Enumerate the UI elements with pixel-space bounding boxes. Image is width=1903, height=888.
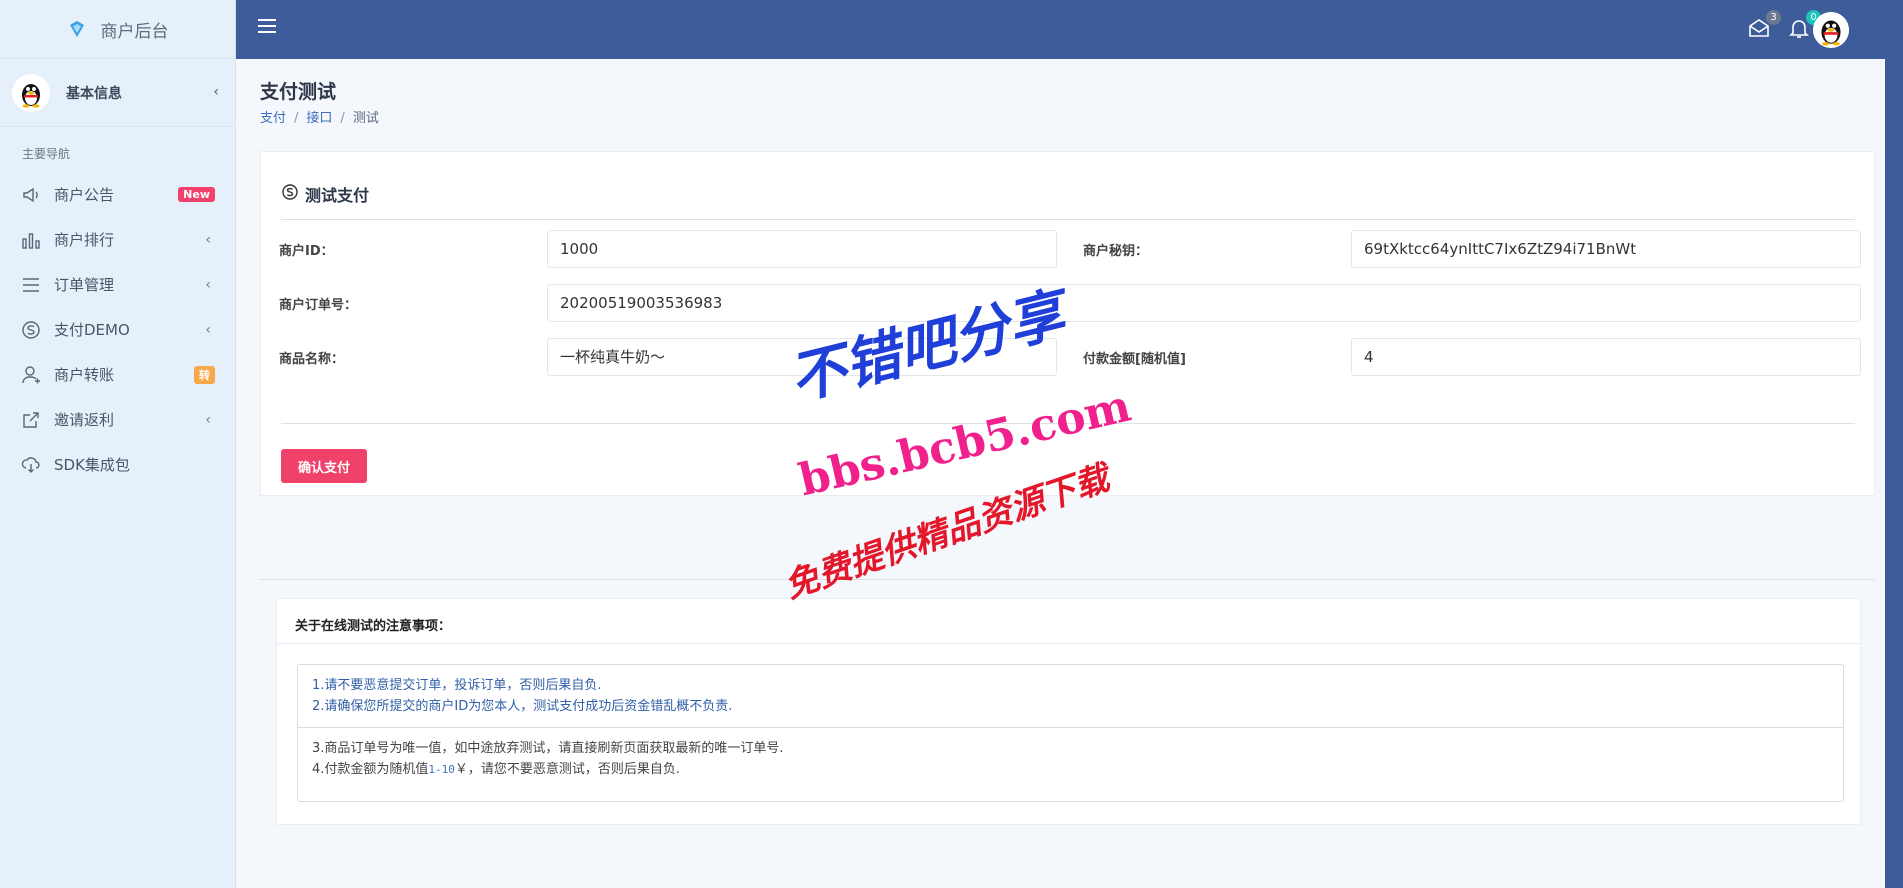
penguin-avatar-icon bbox=[14, 75, 48, 110]
sidebar-item-announcements[interactable]: 商户公告 New bbox=[0, 172, 235, 217]
notice-group: 3.商品订单号为唯一值，如中途放弃测试，请直接刷新页面获取最新的唯一订单号. 4… bbox=[298, 728, 1843, 801]
divider bbox=[277, 643, 1862, 644]
breadcrumb-item[interactable]: 接口 bbox=[306, 111, 332, 126]
product-name-label: 商品名称： bbox=[279, 352, 345, 367]
confirm-pay-button[interactable]: 确认支付 bbox=[281, 449, 367, 483]
brand-logo-icon bbox=[69, 21, 84, 37]
card-header: 测试支付 bbox=[281, 182, 1855, 220]
chevron-left-icon: ‹ bbox=[205, 411, 211, 428]
divider bbox=[260, 579, 1875, 580]
notice-text: 4.付款金额为随机值 bbox=[312, 762, 429, 777]
skype-icon bbox=[20, 319, 42, 341]
cloud-download-icon bbox=[20, 454, 42, 476]
user-icon bbox=[20, 364, 42, 386]
notice-title: 关于在线测试的注意事项： bbox=[295, 619, 452, 634]
card-title: 测试支付 bbox=[305, 186, 370, 205]
test-payment-card: 测试支付 商户ID： 1000 商户秘钥： 69tXktcc64ynIttC7I… bbox=[260, 151, 1875, 496]
notice-line: 2.请确保您所提交的商户ID为您本人，测试支付成功后资金错乱概不负责. bbox=[312, 699, 733, 714]
skype-icon bbox=[282, 184, 298, 200]
user-info[interactable]: 基本信息 ‹ bbox=[0, 59, 235, 127]
merchant-id-input[interactable]: 1000 bbox=[547, 230, 1057, 268]
amount-label: 付款金额[随机值] bbox=[1083, 352, 1186, 367]
hamburger-menu-icon[interactable] bbox=[258, 19, 276, 35]
merchant-key-label: 商户秘钥： bbox=[1083, 244, 1149, 259]
list-icon bbox=[20, 274, 42, 296]
notice-list: 1.请不要恶意提交订单，投诉订单，否则后果自负. 2.请确保您所提交的商户ID为… bbox=[297, 664, 1844, 802]
brand[interactable]: 商户后台 bbox=[0, 0, 235, 59]
sidebar-item-label: 商户转账 bbox=[54, 366, 115, 384]
product-name-input[interactable]: 一杯纯真牛奶～ bbox=[547, 338, 1057, 376]
header-avatar[interactable] bbox=[1813, 12, 1849, 48]
sidebar-item-transfer[interactable]: 商户转账 转 bbox=[0, 352, 235, 397]
amount-input[interactable]: 4 bbox=[1351, 338, 1861, 376]
merchant-id-label: 商户ID： bbox=[279, 244, 334, 259]
scrollbar[interactable] bbox=[1885, 0, 1903, 888]
breadcrumb: 支付 / 接口 / 测试 bbox=[260, 111, 379, 126]
sidebar-item-invite[interactable]: 邀请返利 ‹ bbox=[0, 397, 235, 442]
notice-text: ￥，请您不要恶意测试，否则后果自负. bbox=[454, 762, 681, 777]
sidebar-item-sdk[interactable]: SDK集成包 bbox=[0, 442, 235, 487]
sidebar-item-pay-demo[interactable]: 支付DEMO ‹ bbox=[0, 307, 235, 352]
new-badge: New bbox=[178, 187, 215, 202]
merchant-key-input[interactable]: 69tXktcc64ynIttC7Ix6ZtZ94i71BnWt bbox=[1351, 230, 1861, 268]
sidebar: 商户后台 基本信息 ‹ 主要导航 商户公告 New 商户排行 ‹ 订单管理 ‹ … bbox=[0, 0, 236, 888]
breadcrumb-item[interactable]: 支付 bbox=[260, 111, 286, 126]
penguin-avatar-icon bbox=[1813, 12, 1849, 48]
share-icon bbox=[20, 409, 42, 431]
notification-button[interactable]: 0 bbox=[1787, 10, 1821, 42]
notice-line: 4.付款金额为随机值1-10￥，请您不要恶意测试，否则后果自负. bbox=[312, 759, 1829, 780]
transfer-badge: 转 bbox=[194, 365, 215, 384]
sidebar-item-label: SDK集成包 bbox=[54, 456, 130, 474]
user-info-label: 基本信息 bbox=[66, 85, 122, 102]
sidebar-item-label: 邀请返利 bbox=[54, 411, 115, 429]
divider bbox=[281, 423, 1855, 424]
top-header: 3 0 bbox=[236, 0, 1903, 59]
sidebar-item-label: 支付DEMO bbox=[54, 321, 130, 339]
bar-chart-icon bbox=[20, 229, 42, 251]
mail-button[interactable]: 3 bbox=[1747, 10, 1781, 42]
breadcrumb-current: 测试 bbox=[352, 111, 379, 126]
main-content: 支付测试 支付 / 接口 / 测试 测试支付 商户ID： 1000 商户秘钥： 69tX… bbox=[236, 59, 1885, 888]
chevron-left-icon: ‹ bbox=[205, 276, 211, 293]
megaphone-icon bbox=[20, 184, 42, 206]
mail-count-badge: 3 bbox=[1766, 10, 1781, 25]
notice-card: 关于在线测试的注意事项： 1.请不要恶意提交订单，投诉订单，否则后果自负. 2.… bbox=[276, 598, 1862, 825]
user-avatar bbox=[14, 75, 48, 110]
sidebar-item-label: 订单管理 bbox=[54, 276, 115, 294]
notice-group: 1.请不要恶意提交订单，投诉订单，否则后果自负. 2.请确保您所提交的商户ID为… bbox=[298, 665, 1843, 728]
nav-section-title: 主要导航 bbox=[22, 147, 71, 161]
chevron-left-icon: ‹ bbox=[205, 321, 211, 338]
order-no-input[interactable]: 20200519003536983 bbox=[547, 284, 1861, 322]
notice-line: 1.请不要恶意提交订单，投诉订单，否则后果自负. bbox=[312, 678, 602, 693]
sidebar-item-label: 商户排行 bbox=[54, 231, 115, 249]
page-title: 支付测试 bbox=[260, 81, 337, 103]
sidebar-item-ranking[interactable]: 商户排行 ‹ bbox=[0, 217, 235, 262]
amount-range-code: 1-10 bbox=[428, 763, 455, 776]
sidebar-item-orders[interactable]: 订单管理 ‹ bbox=[0, 262, 235, 307]
brand-title: 商户后台 bbox=[100, 21, 169, 42]
notice-line: 3.商品订单号为唯一值，如中途放弃测试，请直接刷新页面获取最新的唯一订单号. bbox=[312, 741, 784, 756]
order-no-label: 商户订单号： bbox=[279, 298, 358, 313]
chevron-left-icon: ‹ bbox=[205, 231, 211, 248]
chevron-left-icon: ‹ bbox=[213, 84, 219, 100]
sidebar-item-label: 商户公告 bbox=[54, 186, 115, 204]
